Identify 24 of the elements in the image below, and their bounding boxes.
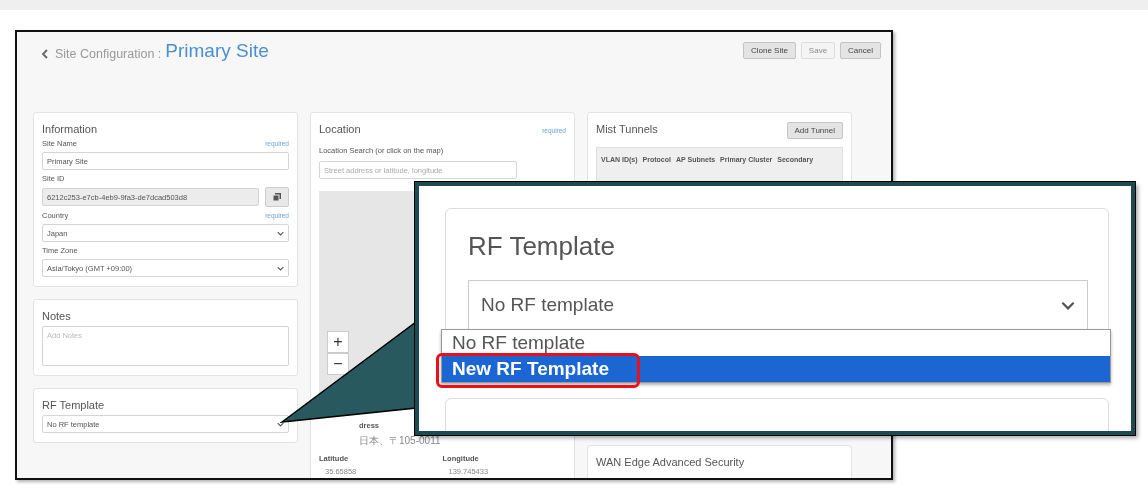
back-chevron-icon[interactable]	[41, 49, 49, 59]
dropdown-option[interactable]: New RF Template	[442, 356, 1110, 382]
card-title: RF Template	[42, 399, 106, 411]
card-title: Information	[42, 123, 99, 135]
chevron-down-icon	[277, 230, 284, 236]
copy-button[interactable]	[265, 187, 289, 207]
card-title: Location	[319, 123, 361, 135]
card-title: Mist Tunnels	[596, 123, 658, 135]
zoom-out-button[interactable]: −	[327, 353, 349, 375]
chevron-down-icon	[277, 265, 284, 271]
chevron-down-icon	[1061, 300, 1075, 310]
cancel-button[interactable]: Cancel	[840, 42, 881, 59]
add-tunnel-button[interactable]: Add Tunnel	[786, 121, 843, 139]
dropdown-option[interactable]: No RF template	[442, 330, 1110, 356]
breadcrumb: Site Configuration :	[55, 47, 162, 61]
page-title: Primary Site	[165, 40, 269, 62]
zoom-in-button[interactable]: +	[327, 331, 349, 353]
card-title: RF Template	[468, 231, 616, 262]
clone-site-button[interactable]: Clone Site	[742, 42, 796, 59]
card-title: Notes	[42, 310, 72, 322]
copy-icon	[273, 193, 281, 201]
chevron-down-icon	[277, 421, 284, 427]
address-text: 日本、〒105-0011	[359, 434, 442, 448]
card-title: WAN Edge Advanced Security	[596, 456, 746, 468]
